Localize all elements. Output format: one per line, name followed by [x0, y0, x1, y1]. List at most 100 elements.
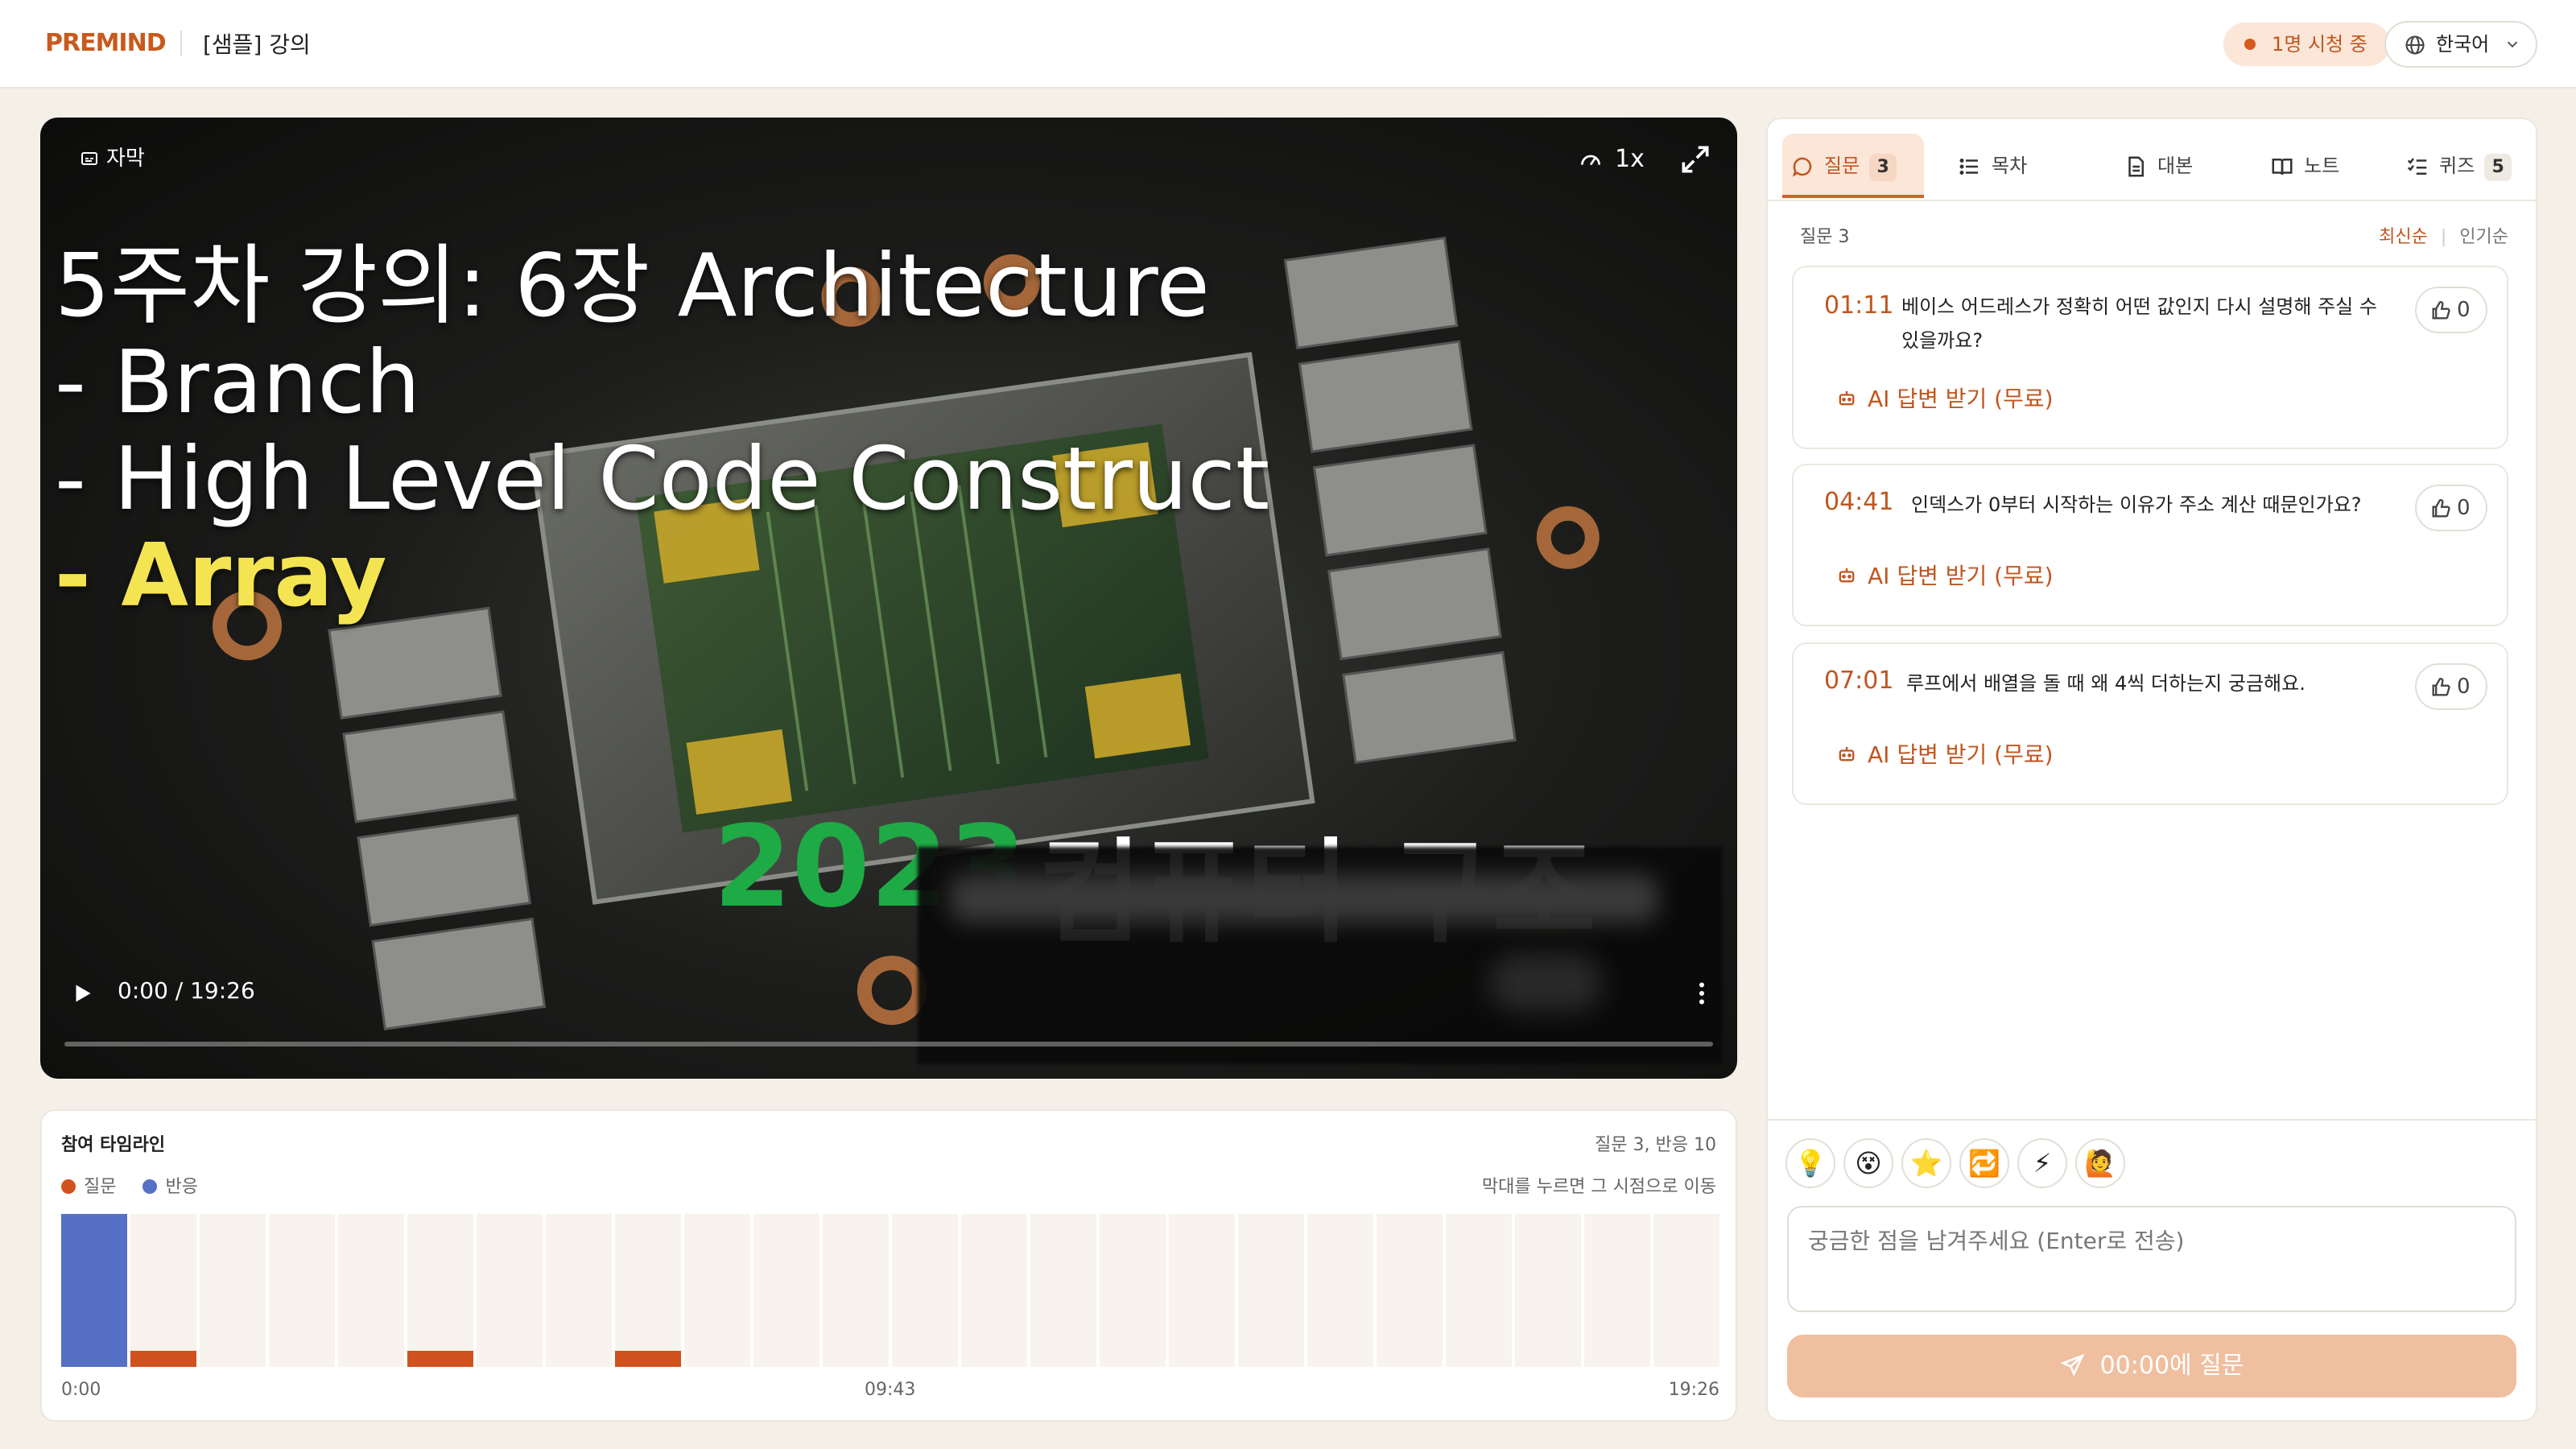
playback-speed-button[interactable]: 1x: [1578, 142, 1645, 177]
submit-question-button[interactable]: 00:00에 질문: [1787, 1335, 2516, 1397]
sort-popular[interactable]: 인기순: [2459, 227, 2508, 247]
question-card[interactable]: 01:11 베이스 어드레스가 정확히 어떤 값인지 다시 설명해 주실 수 있…: [1792, 266, 2508, 449]
question-input[interactable]: [1787, 1206, 2516, 1312]
timeline-slot[interactable]: [130, 1214, 196, 1367]
video-progress-bar[interactable]: [64, 1042, 1713, 1046]
timeline-question-bar[interactable]: [615, 1351, 681, 1367]
timeline-slot[interactable]: [1238, 1214, 1304, 1367]
tabs-divider: [1768, 200, 2536, 201]
reaction-repeat-button[interactable]: 🔁: [1959, 1138, 2009, 1188]
timeline-legend: 질문 반응: [61, 1172, 219, 1198]
timeline-slot[interactable]: [200, 1214, 266, 1367]
timeline-reaction-bar[interactable]: [61, 1214, 127, 1367]
like-count: 0: [2457, 298, 2471, 322]
sort-latest[interactable]: 최신순: [2379, 227, 2428, 247]
like-button[interactable]: 0: [2415, 663, 2487, 710]
question-card[interactable]: 04:41 인덱스가 0부터 시작하는 이유가 주소 계산 때문인가요? 0 A…: [1792, 464, 2508, 626]
question-card[interactable]: 07:01 루프에서 배열을 돌 때 왜 4씩 더하는지 궁금해요. 0 AI …: [1792, 642, 2508, 805]
slide-line: 5주차 강의: 6장 Architecture: [55, 236, 1210, 336]
ai-answer-label: AI 답변 받기 (무료): [1868, 563, 2054, 589]
like-button[interactable]: 0: [2415, 287, 2487, 333]
chevron-down-icon: [2507, 41, 2518, 48]
slide-line-highlighted: - Array: [55, 526, 387, 626]
timeline-slot[interactable]: [1584, 1214, 1650, 1367]
tab-quiz[interactable]: 퀴즈 5: [2397, 134, 2523, 198]
ai-answer-button[interactable]: AI 답변 받기 (무료): [1835, 559, 2054, 591]
timeline-slot[interactable]: [892, 1214, 958, 1367]
timeline-slot[interactable]: [61, 1214, 127, 1367]
timeline-slot[interactable]: [1307, 1214, 1373, 1367]
tab-questions[interactable]: 질문 3: [1782, 134, 1924, 198]
timeline-slot[interactable]: [615, 1214, 681, 1367]
timeline-slot[interactable]: [961, 1214, 1027, 1367]
live-dot-icon: [2244, 39, 2256, 50]
reaction-lightning-button[interactable]: ⚡: [2017, 1138, 2067, 1188]
timeline-slot[interactable]: [753, 1214, 819, 1367]
legend-item-question: 질문: [61, 1177, 122, 1197]
sort-separator: |: [2440, 227, 2447, 247]
timeline-slot[interactable]: [1100, 1214, 1166, 1367]
timeline-question-bar[interactable]: [407, 1351, 473, 1367]
reaction-dizzy-button[interactable]: 😵: [1843, 1138, 1893, 1188]
question-timestamp[interactable]: 01:11: [1824, 291, 1893, 320]
timeline-slot[interactable]: [1653, 1214, 1719, 1367]
tab-label: 퀴즈: [2439, 155, 2475, 177]
tab-notes[interactable]: 노트: [2262, 134, 2383, 198]
timeline-bars[interactable]: [61, 1214, 1719, 1367]
legend-label: 질문: [84, 1177, 117, 1197]
video-player[interactable]: 자막 5주차 강의: 6장 Architecture - Branch - Hi…: [40, 118, 1737, 1079]
live-viewers-badge: 1명 시청 중: [2223, 23, 2390, 66]
submit-question-label: 00:00에 질문: [2099, 1352, 2244, 1380]
slide-line: - High Level Code Construct: [55, 429, 1270, 530]
question-timestamp[interactable]: 07:01: [1824, 667, 1893, 695]
timeline-slot[interactable]: [1515, 1214, 1581, 1367]
play-icon[interactable]: [68, 979, 97, 1008]
timeline-tick: 09:43: [865, 1380, 916, 1400]
tab-transcript[interactable]: 대본: [2116, 134, 2236, 198]
more-options-icon[interactable]: [1687, 977, 1716, 1009]
subtitles-toggle[interactable]: 자막: [68, 140, 156, 177]
video-time: 0:00 / 19:26: [118, 977, 255, 1004]
timeline-axis: 0:00 09:43 19:26: [61, 1380, 1719, 1404]
subtitles-label: 자막: [106, 147, 145, 171]
tab-label: 목차: [1992, 155, 2028, 177]
timeline-slot[interactable]: [546, 1214, 612, 1367]
timeline-slot[interactable]: [1169, 1214, 1235, 1367]
thumbs-up-icon: [2432, 301, 2450, 320]
timeline-hint: 막대를 누르면 그 시점으로 이동: [1481, 1177, 1716, 1197]
timeline-slot[interactable]: [269, 1214, 335, 1367]
slide-line: - Branch: [55, 332, 421, 433]
reaction-raise-hand-button[interactable]: 🙋: [2075, 1138, 2125, 1188]
timeline-slot[interactable]: [1377, 1214, 1443, 1367]
ai-answer-button[interactable]: AI 답변 받기 (무료): [1835, 382, 2054, 414]
tab-label: 질문: [1824, 155, 1860, 177]
tab-label: 대본: [2157, 155, 2194, 177]
question-timestamp[interactable]: 04:41: [1824, 488, 1893, 516]
reaction-star-button[interactable]: ⭐: [1901, 1138, 1951, 1188]
timeline-slot[interactable]: [684, 1214, 750, 1367]
ai-answer-button[interactable]: AI 답변 받기 (무료): [1835, 737, 2054, 770]
slide-text-block: 5주차 강의: 6장 Architecture - Branch - High …: [55, 238, 1269, 625]
timeline-question-bar[interactable]: [130, 1351, 196, 1367]
brand-logo[interactable]: PREMIND: [45, 29, 167, 57]
reaction-lightbulb-button[interactable]: 💡: [1785, 1138, 1835, 1188]
timeline-slot[interactable]: [823, 1214, 889, 1367]
captions-icon: [81, 152, 97, 165]
tab-badge: 3: [1869, 154, 1897, 181]
timeline-slot[interactable]: [477, 1214, 543, 1367]
timeline-slot[interactable]: [407, 1214, 473, 1367]
timeline-slot[interactable]: [338, 1214, 404, 1367]
like-button[interactable]: 0: [2415, 485, 2487, 531]
legend-swatch-question: [61, 1179, 76, 1194]
language-label: 한국어: [2436, 33, 2490, 56]
language-selector[interactable]: 한국어: [2384, 21, 2537, 68]
blurred-text: [1489, 955, 1602, 1011]
ai-answer-label: AI 답변 받기 (무료): [1868, 386, 2054, 412]
document-icon: [2128, 156, 2144, 177]
fullscreen-icon[interactable]: [1678, 142, 1713, 177]
tab-contents[interactable]: 목차: [1950, 134, 2070, 198]
timeline-slot[interactable]: [1446, 1214, 1512, 1367]
timeline-slot[interactable]: [1030, 1214, 1096, 1367]
top-header: PREMIND [샘플] 강의 1명 시청 중 한국어: [0, 0, 2576, 89]
send-icon: [2060, 1353, 2085, 1377]
